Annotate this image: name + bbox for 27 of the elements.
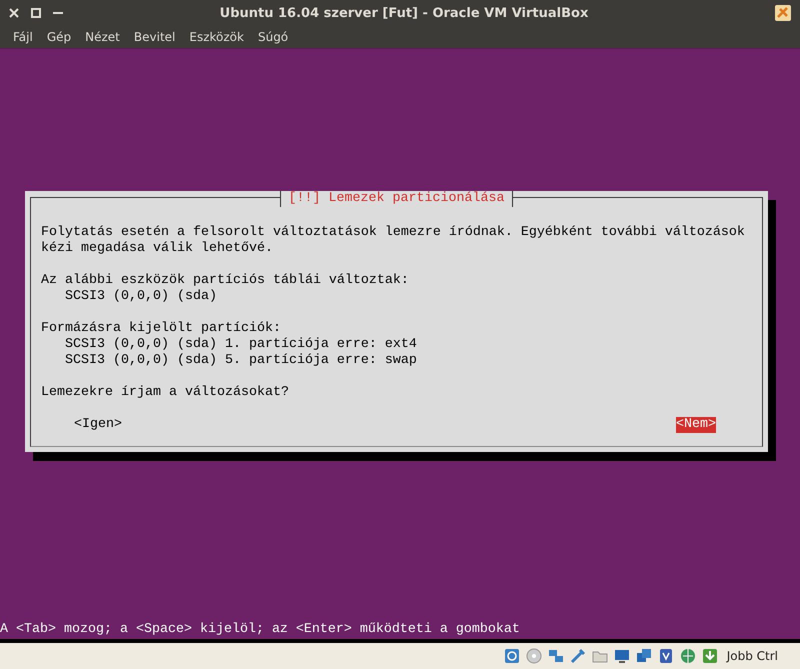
display-icon[interactable] xyxy=(612,647,631,665)
maximize-icon[interactable] xyxy=(30,7,42,19)
menu-item[interactable]: Gép xyxy=(40,30,78,44)
key-hint: A <Tab> mozog; a <Space> kijelöl; az <Enter> működteti a gombokat xyxy=(0,622,521,639)
window-title: Ubuntu 16.04 szerver [Fut] - Oracle VM VirtualBox xyxy=(218,6,590,20)
text-line: SCSI3 (0,0,0) (sda) 1. partíciója erre: ext4 xyxy=(64,337,418,353)
text-line: Folytatás esetén a felsorolt változtatások lemezre íródnak. Egyébként további változások xyxy=(41,225,746,241)
menu-item[interactable]: Bevitel xyxy=(126,30,182,44)
globe-icon[interactable] xyxy=(678,647,697,665)
text-line: Az alábbi eszközök partíciós táblái változtak: xyxy=(41,273,410,289)
text-line: Formázásra kijelölt partíciók: xyxy=(41,321,282,337)
dialog-button[interactable]: <Nem> xyxy=(676,417,716,433)
disc-icon[interactable] xyxy=(524,647,543,665)
text-line: SCSI3 (0,0,0) (sda) 5. partíciója erre: swap xyxy=(64,353,418,369)
download-icon[interactable] xyxy=(700,647,719,665)
menu-item[interactable]: Nézet xyxy=(78,30,127,44)
menu-item[interactable]: Súgó xyxy=(250,30,296,44)
app-icon xyxy=(774,4,792,22)
host-key: Jobb Ctrl xyxy=(726,649,778,663)
text-line: Lemezekre írjam a változásokat? xyxy=(41,385,290,401)
text-line: kézi megadása válik lehetővé. xyxy=(41,241,274,257)
text-line: SCSI3 (0,0,0) (sda) xyxy=(64,289,218,305)
dialog-title: [!!] Lemezek particionálása xyxy=(280,191,514,207)
menu-item[interactable]: Eszközök xyxy=(182,30,251,44)
dialog-button[interactable]: <Igen> xyxy=(74,417,122,433)
menu-item[interactable]: Fájl xyxy=(6,30,40,44)
close-icon[interactable] xyxy=(8,7,20,19)
